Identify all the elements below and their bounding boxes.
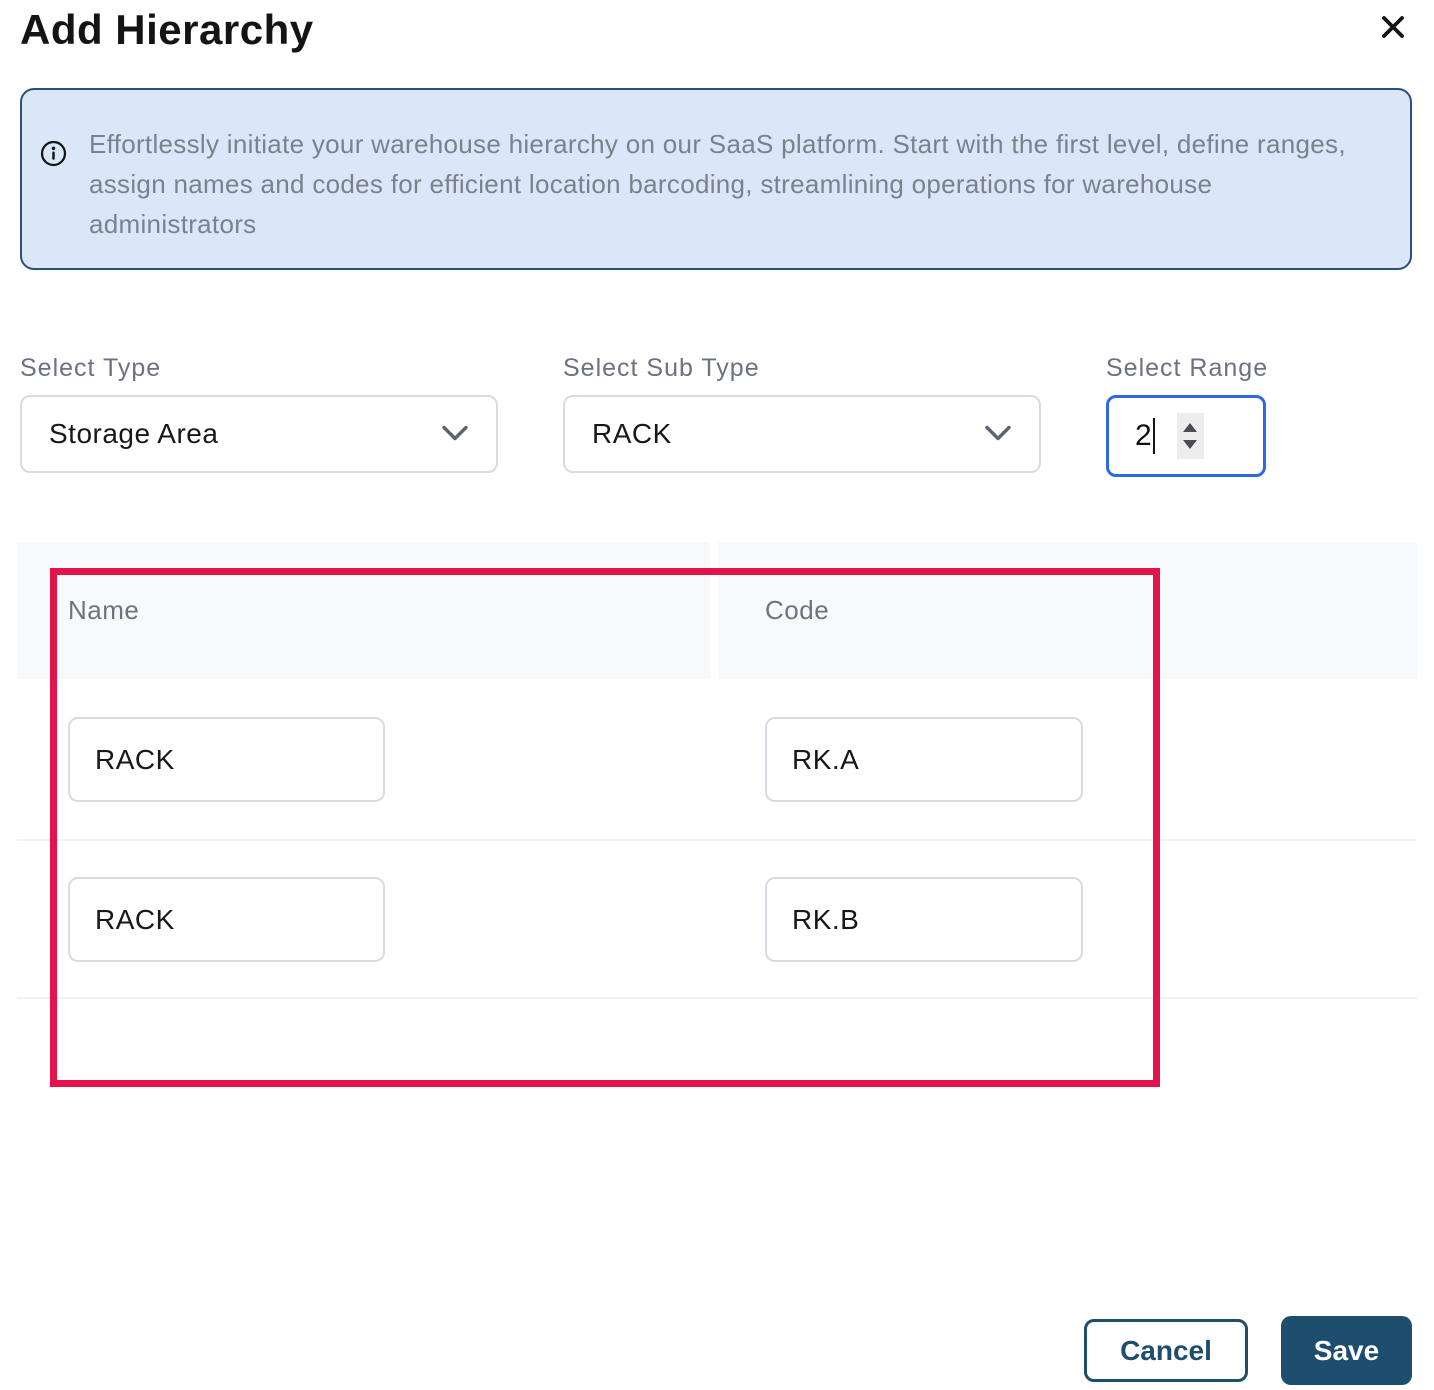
info-banner: Effortlessly initiate your warehouse hie… xyxy=(20,88,1412,270)
stepper-up-icon xyxy=(1183,423,1197,432)
hierarchy-table: Name Code xyxy=(17,542,1417,1087)
cancel-button[interactable]: Cancel xyxy=(1084,1319,1248,1382)
name-input-row-1[interactable] xyxy=(68,717,385,802)
field-select-range: Select Range 2 xyxy=(1106,354,1268,477)
save-button[interactable]: Save xyxy=(1281,1316,1412,1385)
table-row xyxy=(17,877,1417,962)
column-header-code: Code xyxy=(718,542,1417,679)
row-divider xyxy=(17,839,1417,841)
info-banner-text: Effortlessly initiate your warehouse hie… xyxy=(89,124,1370,244)
row-divider xyxy=(17,997,1417,999)
close-button[interactable] xyxy=(1376,10,1410,47)
field-select-type: Select Type Storage Area xyxy=(20,354,498,477)
chevron-down-icon xyxy=(983,424,1013,444)
code-input-row-1[interactable] xyxy=(765,717,1083,802)
modal-header: Add Hierarchy xyxy=(0,0,1434,54)
modal-footer: Cancel Save xyxy=(0,1316,1434,1385)
name-input-row-2[interactable] xyxy=(68,877,385,962)
column-header-code-label: Code xyxy=(765,595,829,626)
table-header-row: Name Code xyxy=(17,542,1417,679)
chevron-down-icon xyxy=(440,424,470,444)
close-icon xyxy=(1376,10,1410,44)
column-header-name: Name xyxy=(17,542,710,679)
select-sub-type-label: Select Sub Type xyxy=(563,354,1041,383)
stepper-down-icon xyxy=(1183,440,1197,449)
select-sub-type-value: RACK xyxy=(592,418,672,450)
code-input-row-2[interactable] xyxy=(765,877,1083,962)
select-range-input[interactable]: 2 xyxy=(1106,395,1266,477)
add-hierarchy-modal: Add Hierarchy Effortlessly initiate your… xyxy=(0,0,1434,1390)
field-select-sub-type: Select Sub Type RACK xyxy=(563,354,1041,477)
info-icon xyxy=(40,140,67,172)
page-title: Add Hierarchy xyxy=(20,6,314,54)
text-cursor xyxy=(1153,418,1155,454)
select-type-dropdown[interactable]: Storage Area xyxy=(20,395,498,473)
select-type-label: Select Type xyxy=(20,354,498,383)
number-stepper[interactable] xyxy=(1177,413,1204,459)
select-sub-type-dropdown[interactable]: RACK xyxy=(563,395,1041,473)
table-row xyxy=(17,717,1417,802)
range-value: 2 xyxy=(1135,419,1152,453)
select-range-label: Select Range xyxy=(1106,354,1268,383)
select-type-value: Storage Area xyxy=(49,418,218,450)
column-header-name-label: Name xyxy=(68,595,139,626)
form-row: Select Type Storage Area Select Sub Type… xyxy=(0,354,1434,477)
